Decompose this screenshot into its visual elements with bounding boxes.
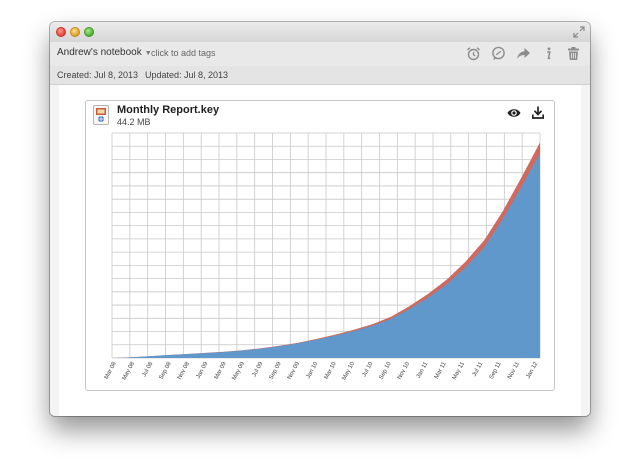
share-button[interactable] bbox=[514, 44, 532, 62]
x-tick-label: Nov 10 bbox=[397, 361, 412, 381]
note-metadata: Created: Jul 8, 2013 Updated: Jul 8, 201… bbox=[50, 66, 590, 85]
close-window-button[interactable] bbox=[56, 27, 66, 37]
x-tick-label: Jul 09 bbox=[252, 361, 265, 379]
info-icon bbox=[546, 46, 551, 59]
x-tick-label: May 08 bbox=[122, 361, 137, 382]
attachment-name: Monthly Report.key bbox=[117, 104, 220, 116]
x-tick-label: May 11 bbox=[452, 361, 467, 381]
x-tick-label: Mar 09 bbox=[214, 361, 228, 381]
note-actions bbox=[464, 44, 582, 62]
x-tick-label: May 10 bbox=[342, 361, 357, 382]
x-tick-label: Mar 10 bbox=[324, 361, 338, 381]
share-arrow-icon bbox=[516, 47, 530, 59]
minimize-window-button[interactable] bbox=[70, 27, 80, 37]
x-tick-label: Jan 10 bbox=[306, 361, 320, 380]
created-date: Created: Jul 8, 2013 bbox=[57, 70, 139, 80]
reminder-button[interactable] bbox=[464, 44, 482, 62]
alarm-clock-icon bbox=[466, 46, 480, 60]
x-tick-label: Nov 09 bbox=[287, 361, 302, 381]
tags-field[interactable]: click to add tags bbox=[151, 48, 216, 58]
eye-icon[interactable] bbox=[507, 107, 521, 119]
attachment-card[interactable]: Monthly Report.key 44.2 MB Mar 08 May 08 J… bbox=[85, 100, 555, 391]
x-tick-label: Mar 08 bbox=[104, 361, 118, 381]
chat-bubble-icon bbox=[491, 46, 505, 60]
download-icon[interactable] bbox=[532, 106, 544, 119]
attachment-size: 44.2 MB bbox=[117, 117, 151, 127]
x-tick-label: Jan 09 bbox=[196, 361, 210, 380]
x-tick-label: Sep 09 bbox=[268, 361, 283, 381]
x-tick-label: Jul 08 bbox=[142, 361, 155, 379]
x-tick-label: Jul 11 bbox=[472, 361, 485, 378]
note-body[interactable]: Monthly Report.key 44.2 MB Mar 08 May 08 J… bbox=[59, 85, 581, 416]
keynote-file-icon bbox=[93, 105, 109, 125]
x-tick-label: May 09 bbox=[232, 361, 247, 382]
x-tick-label: Jan 12 bbox=[526, 361, 540, 380]
x-tick-label: Sep 10 bbox=[378, 361, 393, 381]
note-content-area: Monthly Report.key 44.2 MB Mar 08 May 08 J… bbox=[50, 85, 590, 416]
growth-area-chart: Mar 08 May 08 Jul 08 Sep 08 Nov 08 Jan 09 Mar … bbox=[104, 132, 541, 382]
updated-date: Updated: Jul 8, 2013 bbox=[145, 70, 229, 80]
x-tick-label: Sep 08 bbox=[159, 361, 174, 381]
trash-icon bbox=[567, 46, 579, 60]
x-tick-label: Mar 11 bbox=[434, 361, 448, 380]
x-tick-label: Nov 08 bbox=[177, 361, 192, 381]
zoom-window-button[interactable] bbox=[84, 27, 94, 37]
chat-button[interactable] bbox=[489, 44, 507, 62]
x-tick-label: Jan 11 bbox=[416, 361, 430, 380]
note-window: Andrew's notebook ▼ click to add tags Cr… bbox=[50, 22, 590, 416]
x-tick-label: Sep 11 bbox=[489, 361, 503, 381]
x-tick-label: Nov 11 bbox=[507, 361, 521, 381]
info-button[interactable] bbox=[539, 44, 557, 62]
x-tick-label: Jul 10 bbox=[362, 361, 375, 379]
fullscreen-icon[interactable] bbox=[573, 26, 585, 38]
delete-button[interactable] bbox=[564, 44, 582, 62]
notebook-name: Andrew's notebook bbox=[57, 47, 142, 58]
title-bar bbox=[50, 22, 590, 42]
notebook-selector[interactable]: Andrew's notebook ▼ bbox=[57, 47, 152, 58]
note-toolbar: Andrew's notebook ▼ click to add tags bbox=[50, 42, 590, 66]
